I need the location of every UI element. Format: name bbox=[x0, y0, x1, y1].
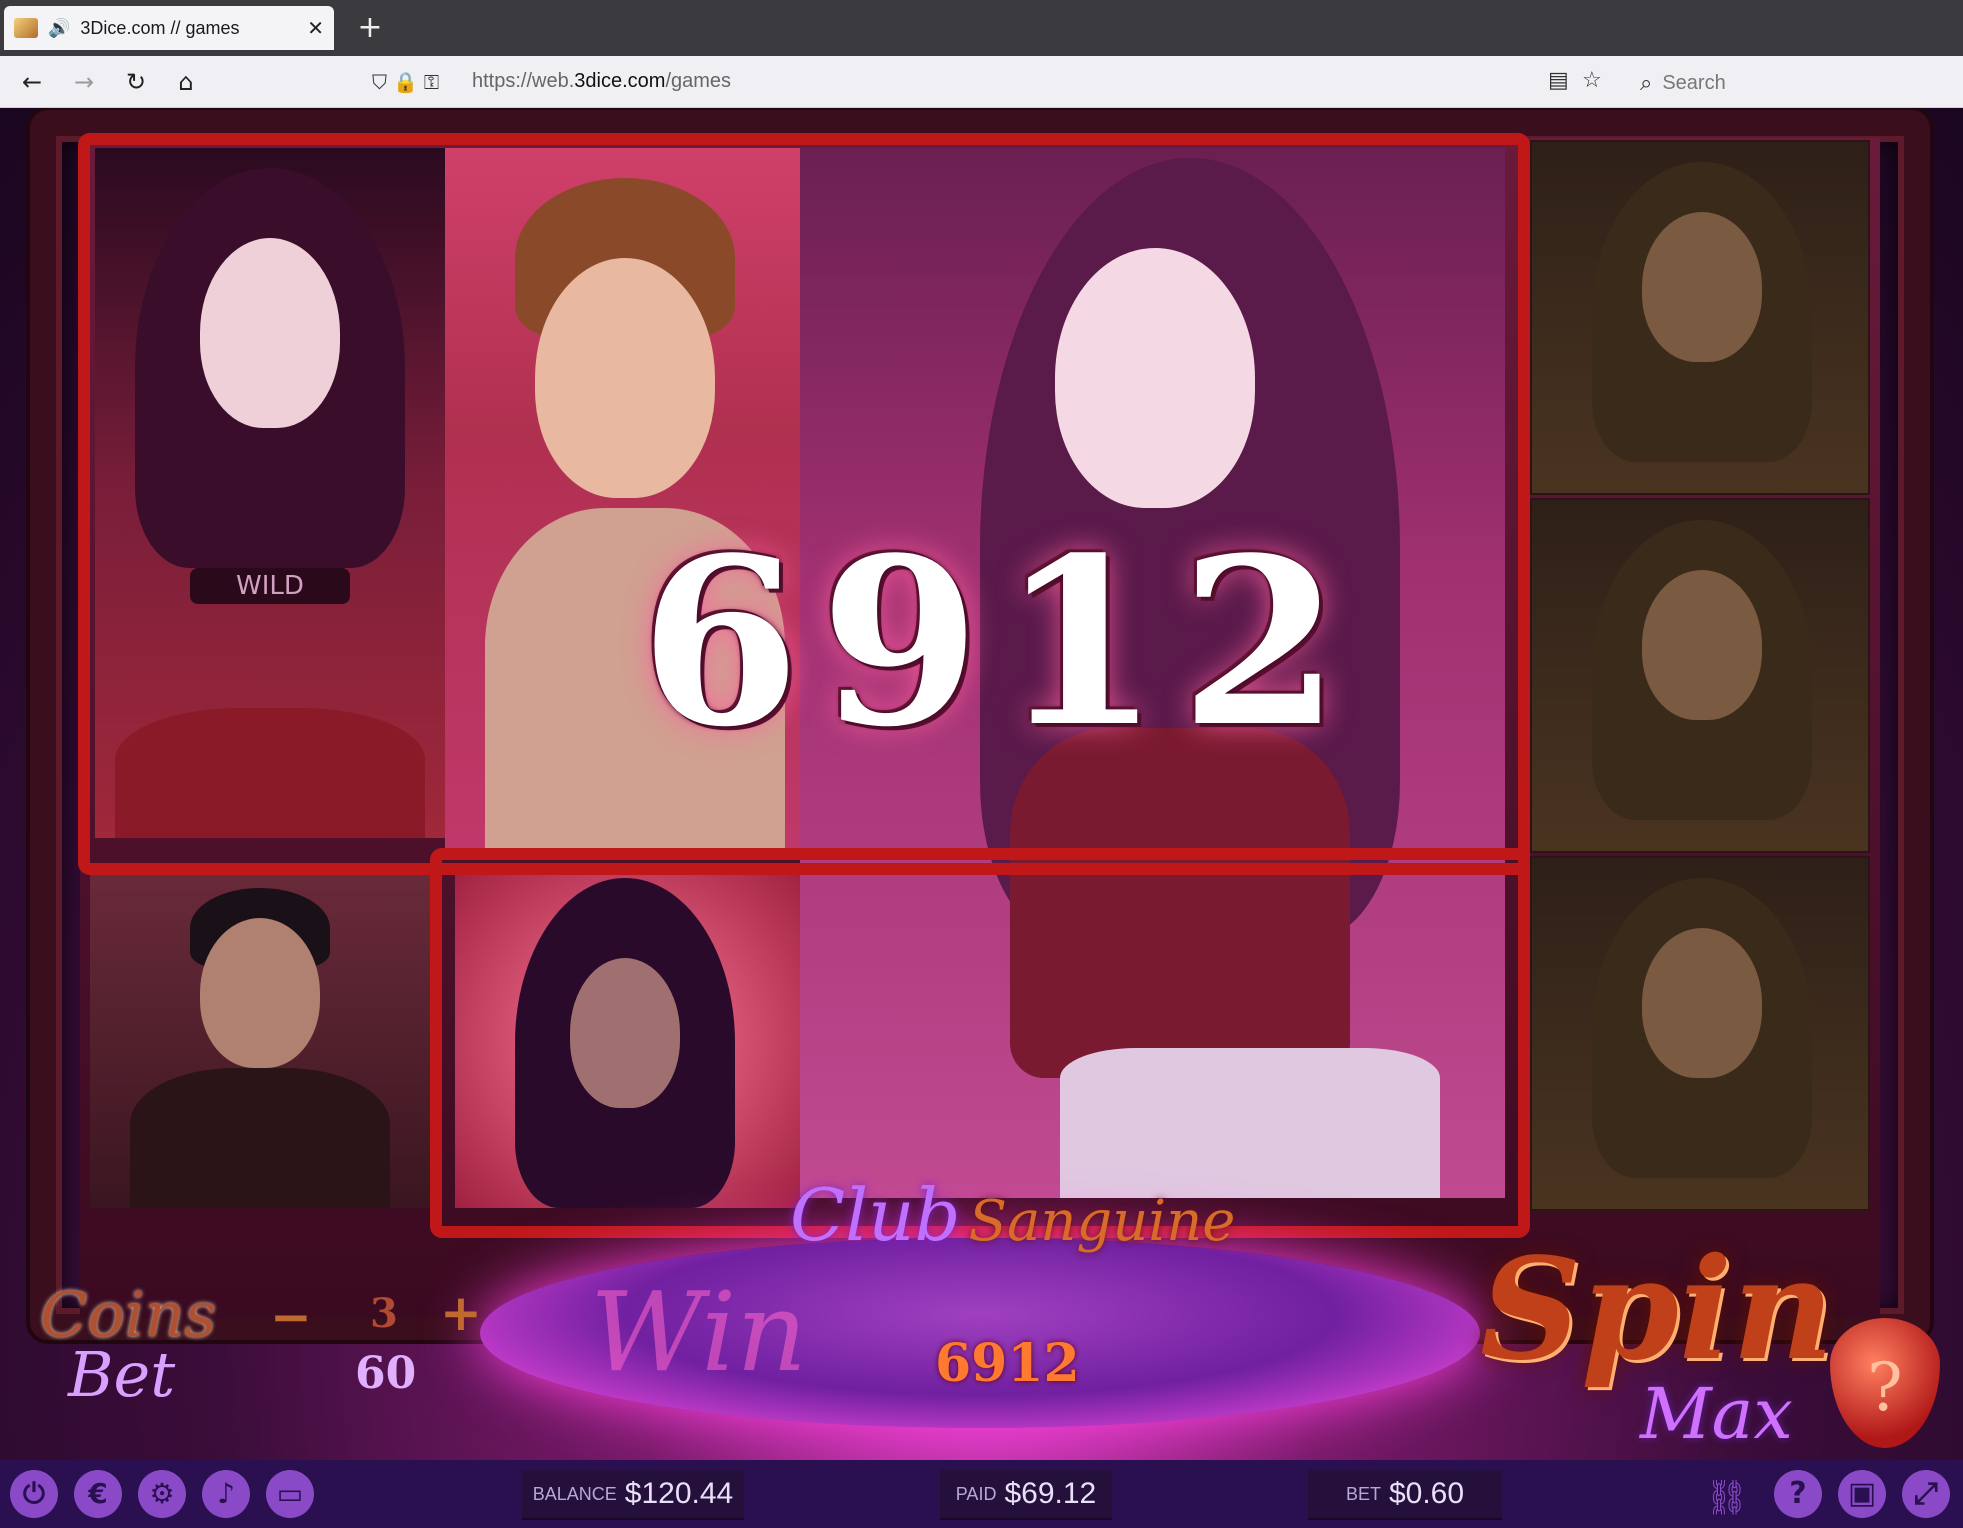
reload-button[interactable]: ↻ bbox=[118, 64, 154, 100]
win-value: 6912 bbox=[935, 1333, 1080, 1394]
home-button[interactable]: ⌂ bbox=[168, 64, 204, 100]
search-box[interactable]: ⌕ Search bbox=[1640, 66, 1950, 100]
game-status-bar: ⏻ € ⚙ ♪ ▭ Balance $120.44 Paid $69.12 Be… bbox=[0, 1460, 1963, 1528]
symbol-wild-lady: WILD bbox=[95, 148, 445, 838]
close-tab-icon[interactable]: ✕ bbox=[307, 16, 324, 40]
browser-tab-bar: 🔊 3Dice.com // games ✕ + bbox=[0, 0, 1963, 56]
bet-value: 60 bbox=[355, 1348, 417, 1399]
key-icon[interactable]: ⚿ bbox=[424, 70, 445, 94]
big-win-amount: 6912 bbox=[640, 508, 1361, 778]
club-sanguine-logo: Club Sanguine bbox=[790, 1173, 1236, 1257]
help-drop-button[interactable]: ? bbox=[1830, 1318, 1940, 1448]
bet-display: Bet $0.60 bbox=[1308, 1470, 1502, 1520]
win-label: Win bbox=[590, 1268, 808, 1396]
max-bet-button[interactable]: Max bbox=[1640, 1373, 1793, 1455]
browser-nav-bar: ← → ↻ ⌂ ⛉🔒⚿ https://web.3dice.com/games … bbox=[0, 56, 1963, 108]
screenshot-icon[interactable]: ▣ bbox=[1838, 1470, 1886, 1518]
history-icon[interactable]: ▭ bbox=[266, 1470, 314, 1518]
browser-tab[interactable]: 🔊 3Dice.com // games ✕ bbox=[4, 6, 334, 50]
game-canvas[interactable]: WILD 6912 Club Sanguine Coins Bet − 3 + … bbox=[0, 108, 1963, 1460]
paid-display: Paid $69.12 bbox=[940, 1470, 1112, 1520]
new-tab-button[interactable]: + bbox=[350, 8, 390, 48]
symbol-warrior bbox=[1530, 140, 1870, 495]
fullscreen-icon[interactable]: ⤢ bbox=[1902, 1470, 1950, 1518]
spin-button[interactable]: Spin bbox=[1480, 1228, 1834, 1392]
symbol-warrior bbox=[1530, 856, 1870, 1211]
shield-icon[interactable]: ⛉ bbox=[372, 70, 393, 94]
coins-decrease-button[interactable]: − bbox=[270, 1288, 312, 1346]
search-placeholder: Search bbox=[1662, 71, 1726, 94]
symbol-longhair-man bbox=[455, 868, 800, 1208]
url-bar[interactable]: https://web.3dice.com/games bbox=[472, 70, 731, 93]
url-security-icons[interactable]: ⛉🔒⚿ bbox=[372, 70, 445, 94]
link-icon[interactable]: ⛓ bbox=[1705, 1478, 1748, 1518]
forward-button[interactable]: → bbox=[66, 64, 102, 100]
balance-display: Balance $120.44 bbox=[522, 1470, 744, 1520]
search-icon: ⌕ bbox=[1640, 70, 1653, 96]
coins-value: 3 bbox=[370, 1290, 398, 1337]
reader-mode-icon[interactable]: ▤ bbox=[1548, 68, 1569, 93]
coins-increase-button[interactable]: + bbox=[440, 1284, 482, 1342]
currency-euro-icon[interactable]: € bbox=[74, 1470, 122, 1518]
symbol-warrior bbox=[1530, 498, 1870, 853]
back-button[interactable]: ← bbox=[14, 64, 50, 100]
power-icon[interactable]: ⏻ bbox=[10, 1470, 58, 1518]
symbol-mustache-man bbox=[90, 868, 430, 1208]
favicon-icon bbox=[14, 18, 38, 38]
settings-gear-icon[interactable]: ⚙ bbox=[138, 1470, 186, 1518]
bet-label: Bet bbox=[68, 1338, 176, 1411]
speaker-icon[interactable]: 🔊 bbox=[48, 18, 70, 39]
tab-title: 3Dice.com // games bbox=[80, 17, 240, 38]
sound-icon[interactable]: ♪ bbox=[202, 1470, 250, 1518]
lock-icon[interactable]: 🔒 bbox=[393, 70, 424, 94]
help-icon[interactable]: ? bbox=[1774, 1470, 1822, 1518]
wild-collar-label: WILD bbox=[190, 568, 350, 604]
bookmark-star-icon[interactable]: ☆ bbox=[1582, 68, 1602, 93]
